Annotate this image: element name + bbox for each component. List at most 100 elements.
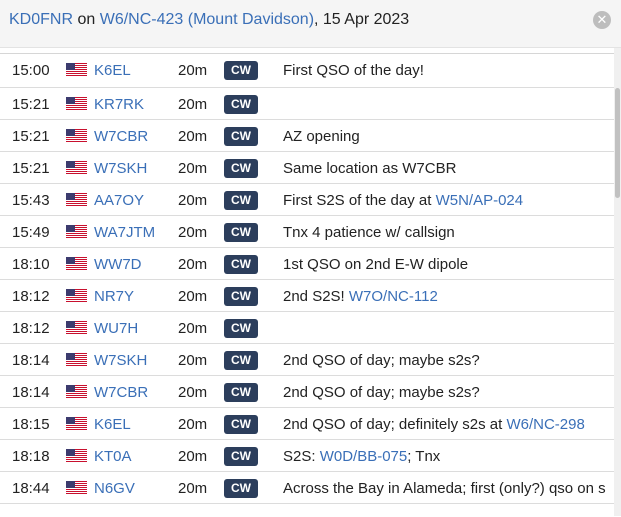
qso-comment: 2nd QSO of day; maybe s2s? [283, 351, 480, 370]
band-label: 20m [178, 288, 208, 305]
comment-text: 2nd S2S! [283, 288, 349, 305]
band-label: 20m [178, 448, 208, 465]
qso-time: 15:21 [12, 96, 50, 113]
mode-badge: CW [224, 191, 258, 210]
table-row: 15:00 K6EL 20m CW First QSO of the day! [0, 54, 614, 88]
us-flag-icon [66, 449, 87, 463]
band-label: 20m [178, 480, 208, 497]
comment-text: 1st QSO on 2nd E-W dipole [283, 256, 469, 273]
mode-badge: CW [224, 383, 258, 402]
close-icon[interactable]: ✕ [593, 11, 611, 29]
callsign-link[interactable]: WU7H [94, 319, 138, 338]
summit-ref-link[interactable]: W6/NC-298 [506, 416, 584, 433]
qso-time: 18:12 [12, 320, 50, 337]
comment-text: Same location as W7CBR [283, 160, 457, 177]
callsign-link[interactable]: K6EL [94, 415, 131, 434]
table-row: 15:21 KR7RK 20m CW [0, 88, 614, 120]
callsign-link[interactable]: NR7Y [94, 287, 134, 306]
mode-badge: CW [224, 351, 258, 370]
mode-badge: CW [224, 415, 258, 434]
callsign-link[interactable]: K6EL [94, 61, 131, 80]
us-flag-icon [66, 417, 87, 431]
qso-comment: Across the Bay in Alameda; first (only?)… [283, 479, 606, 498]
band-label: 20m [178, 256, 208, 273]
header: KD0FNR on W6/NC-423 (Mount Davidson), 15… [0, 0, 621, 48]
qso-time: 15:00 [12, 62, 50, 79]
callsign-link[interactable]: AA7OY [94, 191, 144, 210]
us-flag-icon [66, 225, 87, 239]
mode-badge: CW [224, 95, 258, 114]
us-flag-icon [66, 257, 87, 271]
qso-comment: 1st QSO on 2nd E-W dipole [283, 255, 468, 274]
summit-link[interactable]: W6/NC-423 (Mount Davidson) [100, 11, 314, 28]
band-label: 20m [178, 160, 208, 177]
comment-text: 2nd QSO of day; definitely s2s at [283, 416, 507, 433]
qso-time: 15:49 [12, 224, 50, 241]
comment-text: First QSO of the day! [283, 62, 424, 79]
band-label: 20m [178, 384, 208, 401]
summit-ref-link[interactable]: W5N/AP-024 [436, 192, 524, 209]
activation-date: , 15 Apr 2023 [314, 11, 410, 28]
table-row: 15:49 WA7JTM 20m CW Tnx 4 patience w/ callsi… [0, 216, 614, 248]
table-row: 15:21 W7SKH 20m CW Same location as W7CBR [0, 152, 614, 184]
comment-text: 2nd QSO of day; maybe s2s? [283, 384, 480, 401]
mode-badge: CW [224, 255, 258, 274]
mode-badge: CW [224, 447, 258, 466]
callsign-link[interactable]: WA7JTM [94, 223, 155, 242]
us-flag-icon [66, 193, 87, 207]
mode-badge: CW [224, 319, 258, 338]
band-label: 20m [178, 352, 208, 369]
qso-time: 18:12 [12, 288, 50, 305]
comment-suffix: ; Tnx [407, 448, 441, 465]
mode-badge: CW [224, 61, 258, 80]
on-label: on [77, 11, 96, 28]
us-flag-icon [66, 353, 87, 367]
summit-ref-link[interactable]: W7O/NC-112 [349, 288, 438, 305]
qso-time: 15:43 [12, 192, 50, 209]
callsign-link[interactable]: W7SKH [94, 351, 147, 370]
callsign-link[interactable]: W7CBR [94, 383, 148, 402]
table-row: 18:15 K6EL 20m CW 2nd QSO of day; definitely… [0, 408, 614, 440]
qso-time: 18:15 [12, 416, 50, 433]
band-label: 20m [178, 96, 208, 113]
us-flag-icon [66, 289, 87, 303]
callsign-link[interactable]: KT0A [94, 447, 132, 466]
qso-comment: Tnx 4 patience w/ callsign [283, 223, 455, 242]
mode-badge: CW [224, 479, 258, 498]
band-label: 20m [178, 416, 208, 433]
band-label: 20m [178, 224, 208, 241]
qso-time: 18:18 [12, 448, 50, 465]
qso-time: 18:44 [12, 480, 50, 497]
callsign-link[interactable]: WW7D [94, 255, 142, 274]
comment-text: Across the Bay in Alameda; first (only?)… [283, 480, 606, 497]
qso-time: 18:10 [12, 256, 50, 273]
table-row: 15:21 W7CBR 20m CW AZ opening [0, 120, 614, 152]
mode-badge: CW [224, 223, 258, 242]
page-title: KD0FNR on W6/NC-423 (Mount Davidson), 15… [9, 10, 409, 30]
qso-time: 15:21 [12, 160, 50, 177]
comment-text: 2nd QSO of day; maybe s2s? [283, 352, 480, 369]
callsign-link[interactable]: N6GV [94, 479, 135, 498]
band-label: 20m [178, 192, 208, 209]
us-flag-icon [66, 161, 87, 175]
table-row: 18:18 KT0A 20m CW S2S: W0D/BB-075; Tnx [0, 440, 614, 472]
us-flag-icon [66, 321, 87, 335]
us-flag-icon [66, 385, 87, 399]
summit-ref-link[interactable]: W0D/BB-075 [320, 448, 408, 465]
qso-comment: First QSO of the day! [283, 61, 424, 80]
table-row: 18:44 N6GV 20m CW Across the Bay in Alameda;… [0, 472, 614, 504]
qso-comment: 2nd QSO of day; maybe s2s? [283, 383, 480, 402]
table-row: 18:10 WW7D 20m CW 1st QSO on 2nd E-W dipole [0, 248, 614, 280]
callsign-link[interactable]: W7CBR [94, 127, 148, 146]
callsign-link[interactable]: KR7RK [94, 95, 144, 114]
qso-time: 18:14 [12, 384, 50, 401]
us-flag-icon [66, 63, 87, 77]
scrollbar[interactable] [614, 48, 621, 516]
callsign-link[interactable]: W7SKH [94, 159, 147, 178]
scrollbar-thumb[interactable] [615, 88, 620, 198]
activator-callsign-link[interactable]: KD0FNR [9, 11, 73, 28]
mode-badge: CW [224, 127, 258, 146]
mode-badge: CW [224, 159, 258, 178]
comment-text: S2S: [283, 448, 320, 465]
qso-time: 15:21 [12, 128, 50, 145]
